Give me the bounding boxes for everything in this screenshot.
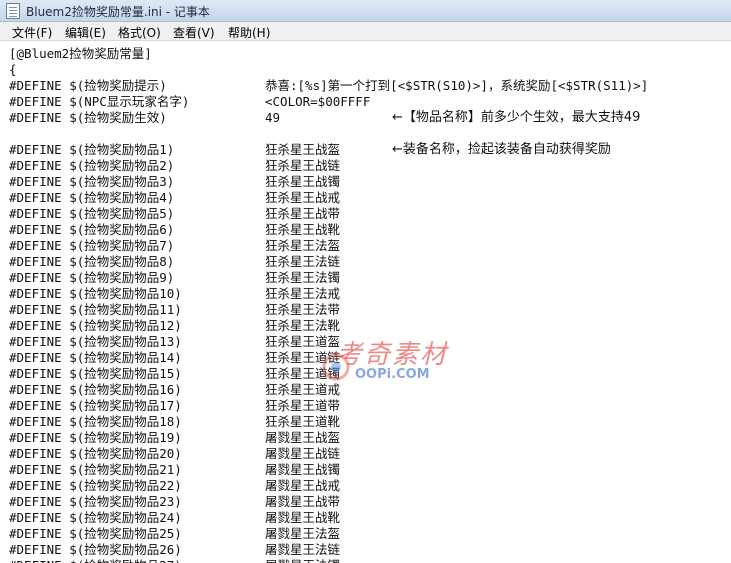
item-define-value: 狂杀星王道靴 — [265, 414, 341, 429]
text-editor[interactable]: [@Bluem2捡物奖励常量] { #DEFINE $(捡物奖励提示) 恭喜:[… — [0, 41, 731, 563]
item-define-key: #DEFINE $(捡物奖励物品27) — [9, 558, 182, 563]
menu-bar: 文件(F) 编辑(E) 格式(O) 查看(V) 帮助(H) — [0, 22, 731, 41]
item-define-value: 狂杀星王法镯 — [265, 270, 341, 285]
item-define-key: #DEFINE $(捡物奖励物品17) — [9, 398, 182, 413]
define-key: #DEFINE $(NPC显示玩家名字) — [9, 94, 190, 109]
watermark-url: OOPi.COM — [355, 367, 430, 382]
window-title: Bluem2捡物奖励常量.ini - 记事本 — [26, 5, 210, 19]
item-define-value: 狂杀星王战戒 — [265, 190, 341, 205]
item-define-key: #DEFINE $(捡物奖励物品16) — [9, 382, 182, 397]
item-define-key: #DEFINE $(捡物奖励物品15) — [9, 366, 182, 381]
item-define-key: #DEFINE $(捡物奖励物品13) — [9, 334, 182, 349]
item-define-value: 狂杀星王战靴 — [265, 222, 341, 237]
open-brace: { — [9, 62, 17, 77]
item-define-key: #DEFINE $(捡物奖励物品14) — [9, 350, 182, 365]
menu-format[interactable]: 格式(O) — [118, 24, 161, 41]
item-define-value: 屠戮星王战盔 — [265, 430, 341, 445]
item-define-value: 屠戮星王战链 — [265, 446, 341, 461]
item-define-value: 狂杀星王法带 — [265, 302, 341, 317]
section-header: [@Bluem2捡物奖励常量] — [9, 46, 152, 61]
define-key: #DEFINE $(捡物奖励生效) — [9, 110, 167, 125]
notepad-icon — [6, 3, 20, 19]
item-define-key: #DEFINE $(捡物奖励物品24) — [9, 510, 182, 525]
item-define-value: 狂杀星王战链 — [265, 158, 341, 173]
item-define-key: #DEFINE $(捡物奖励物品19) — [9, 430, 182, 445]
item-define-key: #DEFINE $(捡物奖励物品3) — [9, 174, 175, 189]
item-define-key: #DEFINE $(捡物奖励物品22) — [9, 478, 182, 493]
threshold-annotation: ←【物品名称】前多少个生效，最大支持49 — [392, 110, 641, 125]
item-define-key: #DEFINE $(捡物奖励物品12) — [9, 318, 182, 333]
menu-help[interactable]: 帮助(H) — [228, 24, 270, 41]
item-define-value: 屠戮星王战镯 — [265, 462, 341, 477]
item-define-key: #DEFINE $(捡物奖励物品20) — [9, 446, 182, 461]
watermark-brand: 考奇素材 — [336, 340, 449, 370]
item-define-value: 屠戮星王战戒 — [265, 478, 341, 493]
item-define-value: 屠戮星王法盔 — [265, 526, 341, 541]
item-define-key: #DEFINE $(捡物奖励物品21) — [9, 462, 182, 477]
item-define-value: 狂杀星王法盔 — [265, 238, 341, 253]
menu-file[interactable]: 文件(F) — [12, 24, 52, 41]
item-define-value: 狂杀星王战带 — [265, 206, 341, 221]
item-define-value: 屠戮星王法链 — [265, 542, 341, 557]
item-define-value: 狂杀星王战盔 — [265, 142, 341, 157]
item-define-value: 屠戮星王战带 — [265, 494, 341, 509]
item-define-value: 屠戮星王战靴 — [265, 510, 341, 525]
title-bar[interactable]: Bluem2捡物奖励常量.ini - 记事本 — [0, 0, 731, 22]
menu-edit[interactable]: 编辑(E) — [65, 24, 106, 41]
define-value: 49 — [265, 110, 281, 125]
item-define-key: #DEFINE $(捡物奖励物品1) — [9, 142, 175, 157]
item-define-key: #DEFINE $(捡物奖励物品25) — [9, 526, 182, 541]
item-define-key: #DEFINE $(捡物奖励物品9) — [9, 270, 175, 285]
item-define-key: #DEFINE $(捡物奖励物品11) — [9, 302, 182, 317]
item-define-key: #DEFINE $(捡物奖励物品2) — [9, 158, 175, 173]
item-define-key: #DEFINE $(捡物奖励物品7) — [9, 238, 175, 253]
item-annotation: ←装备名称，捡起该装备自动获得奖励 — [392, 142, 611, 157]
item-define-value: 狂杀星王法链 — [265, 254, 341, 269]
define-key: #DEFINE $(捡物奖励提示) — [9, 78, 167, 93]
item-define-key: #DEFINE $(捡物奖励物品23) — [9, 494, 182, 509]
item-define-key: #DEFINE $(捡物奖励物品8) — [9, 254, 175, 269]
item-define-key: #DEFINE $(捡物奖励物品10) — [9, 286, 182, 301]
item-define-key: #DEFINE $(捡物奖励物品5) — [9, 206, 175, 221]
item-define-key: #DEFINE $(捡物奖励物品6) — [9, 222, 175, 237]
menu-view[interactable]: 查看(V) — [173, 24, 215, 41]
item-define-key: #DEFINE $(捡物奖励物品18) — [9, 414, 182, 429]
item-define-key: #DEFINE $(捡物奖励物品26) — [9, 542, 182, 557]
define-value: 恭喜:[%s]第一个打到[<$STR(S10)>]，系统奖励[<$STR(S11… — [265, 78, 649, 93]
item-define-value: 屠戮星王法镯 — [265, 558, 340, 563]
item-define-key: #DEFINE $(捡物奖励物品4) — [9, 190, 175, 205]
item-define-value: 狂杀星王战镯 — [265, 174, 341, 189]
define-value: <COLOR=$00FFFF — [265, 94, 371, 109]
item-define-value: 狂杀星王法戒 — [265, 286, 341, 301]
